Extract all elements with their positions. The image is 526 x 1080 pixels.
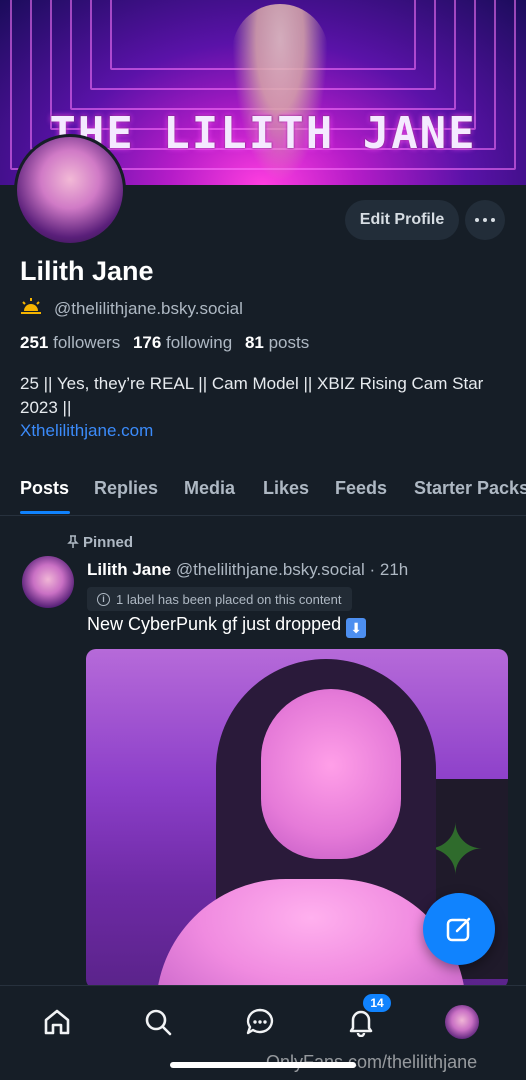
posts-stat: 81 posts — [245, 333, 309, 352]
post-text-body: New CyberPunk gf just dropped — [87, 614, 342, 634]
ellipsis-icon — [475, 218, 479, 222]
pinned-label: Pinned — [83, 534, 134, 551]
profile-website-link[interactable]: Xthelilithjane.com — [20, 421, 153, 441]
content-label-notice[interactable]: i 1 label has been placed on this conten… — [87, 587, 352, 611]
nav-profile[interactable] — [442, 1002, 482, 1042]
nav-search[interactable] — [138, 1002, 178, 1042]
down-arrow-emoji-icon: ⬇ — [346, 618, 367, 638]
post-separator: · — [369, 560, 376, 579]
label-notice-text: 1 label has been placed on this content — [116, 591, 342, 607]
home-icon — [44, 1009, 70, 1035]
handle-row: @thelilithjane.bsky.social — [20, 297, 243, 320]
tab-starter-packs[interactable]: Starter Packs — [414, 478, 526, 499]
search-icon — [145, 1009, 172, 1036]
notifications-badge: 14 — [363, 994, 391, 1012]
post-text: New CyberPunk gf just dropped ⬇ — [87, 614, 367, 638]
more-options-button[interactable] — [465, 200, 505, 240]
following-count: 176 — [132, 333, 162, 352]
posts-label: posts — [268, 333, 310, 352]
post-header[interactable]: Lilith Jane @thelilithjane.bsky.social ·… — [87, 560, 408, 580]
profile-avatar[interactable] — [14, 134, 126, 246]
profile-name: Lilith Jane — [20, 256, 154, 286]
post-author-handle: @thelilithjane.bsky.social — [175, 560, 365, 579]
following-label: following — [166, 333, 233, 352]
home-indicator[interactable] — [170, 1062, 356, 1068]
tab-replies[interactable]: Replies — [94, 478, 158, 499]
image-face — [261, 689, 401, 859]
pin-icon — [67, 535, 79, 548]
profile-tabs: Posts Replies Media Likes Feeds Starter … — [0, 466, 526, 516]
posts-count: 81 — [244, 333, 264, 352]
tab-posts[interactable]: Posts — [20, 478, 69, 499]
compose-post-button[interactable] — [423, 893, 495, 965]
following-link[interactable]: 176 following — [133, 333, 232, 352]
nav-chat[interactable] — [240, 1002, 280, 1042]
followers-link[interactable]: 251 followers — [20, 333, 120, 352]
chat-icon — [246, 1008, 274, 1035]
tab-likes[interactable]: Likes — [263, 478, 309, 499]
profile-bio: 25 || Yes, they’re REAL || Cam Model || … — [20, 374, 484, 417]
nav-home[interactable] — [37, 1002, 77, 1042]
tab-feeds[interactable]: Feeds — [335, 478, 387, 499]
compose-icon — [446, 917, 471, 942]
followers-label: followers — [53, 333, 121, 352]
active-tab-indicator — [20, 511, 70, 514]
info-icon: i — [97, 592, 110, 606]
post-author-avatar[interactable] — [22, 556, 74, 608]
profile-handle: @thelilithjane.bsky.social — [54, 298, 243, 318]
post-time: 21h — [379, 560, 409, 579]
sunrise-icon — [20, 297, 42, 320]
profile-avatar-small — [445, 1005, 479, 1039]
post-author-name: Lilith Jane — [87, 560, 172, 579]
tab-media[interactable]: Media — [184, 478, 235, 499]
profile-stats: 251 followers 176 following 81 posts — [20, 333, 309, 353]
pinned-indicator: Pinned — [67, 534, 133, 551]
edit-profile-button[interactable]: Edit Profile — [345, 200, 459, 240]
followers-count: 251 — [20, 333, 49, 352]
